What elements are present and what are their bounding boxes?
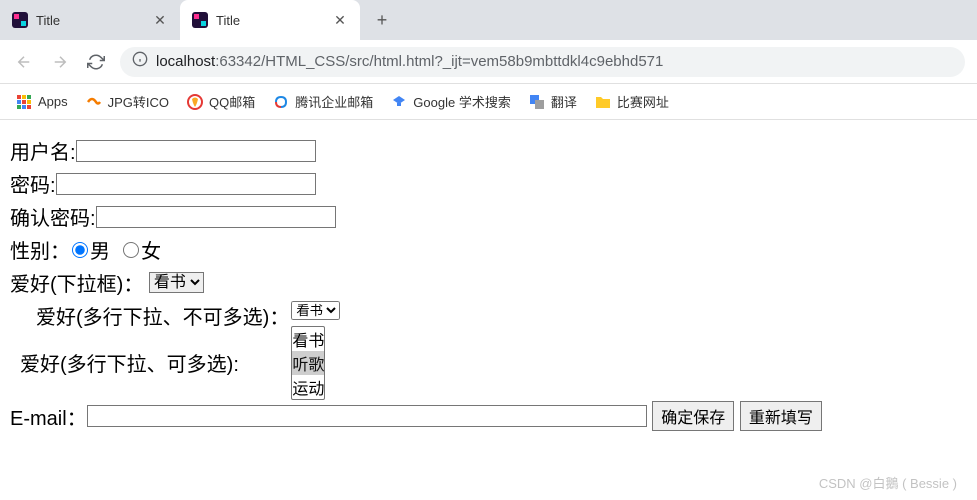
hobby-select-label: 爱好(下拉框)： bbox=[10, 268, 143, 297]
confirm-label: 确认密码: bbox=[10, 202, 96, 231]
page-content: 用户名: 密码: 确认密码: 性别： 男 女 爱好(下拉框)： 看书 爱好(多行… bbox=[0, 120, 977, 451]
bookmark-translate[interactable]: 翻译 bbox=[529, 92, 577, 111]
hobby-multi-select[interactable]: 看书 听歌 运动 bbox=[291, 326, 325, 400]
tab-favicon-1 bbox=[12, 12, 28, 28]
submit-button[interactable]: 确定保存 bbox=[652, 401, 734, 431]
hobby-select[interactable]: 看书 bbox=[149, 272, 204, 293]
email-input[interactable] bbox=[87, 405, 647, 427]
watermark: CSDN @白鵝 ( Bessie ) bbox=[819, 473, 957, 492]
tencent-icon bbox=[273, 94, 289, 110]
tab-title-1: Title bbox=[36, 13, 144, 28]
tab-title-2: Title bbox=[216, 13, 324, 28]
translate-icon bbox=[529, 94, 545, 110]
gender-label: 性别： bbox=[10, 235, 70, 264]
bookmark-tencent[interactable]: 腾讯企业邮箱 bbox=[273, 92, 373, 111]
forward-button[interactable] bbox=[48, 50, 72, 74]
address-bar: localhost:63342/HTML_CSS/src/html.html?_… bbox=[0, 40, 977, 84]
username-input[interactable] bbox=[76, 140, 316, 162]
browser-tab-bar: Title ✕ Title ✕ + bbox=[0, 0, 977, 40]
url-box[interactable]: localhost:63342/HTML_CSS/src/html.html?_… bbox=[120, 47, 965, 77]
close-icon[interactable]: ✕ bbox=[332, 12, 348, 28]
hobby-multi-sel-label: 爱好(多行下拉、可多选): bbox=[20, 354, 239, 376]
username-label: 用户名: bbox=[10, 136, 76, 165]
reset-button[interactable]: 重新填写 bbox=[740, 401, 822, 431]
bookmark-google[interactable]: Google 学术搜索 bbox=[391, 92, 511, 111]
bookmark-jpg[interactable]: JPG转ICO bbox=[86, 92, 169, 111]
option-sport[interactable]: 运动 bbox=[292, 375, 324, 399]
url-text: localhost:63342/HTML_CSS/src/html.html?_… bbox=[156, 53, 663, 70]
gender-male-text: 男 bbox=[90, 235, 110, 264]
folder-icon bbox=[595, 94, 611, 110]
bookmarks-bar: Apps JPG转ICO QQ邮箱 腾讯企业邮箱 Google 学术搜索 翻译 … bbox=[0, 84, 977, 120]
new-tab-button[interactable]: + bbox=[368, 6, 396, 34]
email-label: E-mail： bbox=[10, 402, 87, 431]
reload-button[interactable] bbox=[84, 50, 108, 74]
password-label: 密码: bbox=[10, 169, 56, 198]
browser-tab-2[interactable]: Title ✕ bbox=[180, 0, 360, 40]
bookmark-contest[interactable]: 比赛网址 bbox=[595, 92, 669, 111]
gender-male-radio[interactable] bbox=[72, 242, 88, 258]
hobby-select-2[interactable]: 看书 bbox=[291, 301, 340, 320]
bookmark-apps[interactable]: Apps bbox=[16, 94, 68, 110]
qq-icon bbox=[187, 94, 203, 110]
hobby-multi-nosel-label: 爱好(多行下拉、不可多选)： bbox=[36, 307, 289, 329]
gender-female-radio[interactable] bbox=[123, 242, 139, 258]
tab-favicon-2 bbox=[192, 12, 208, 28]
confirm-password-input[interactable] bbox=[96, 206, 336, 228]
back-button[interactable] bbox=[12, 50, 36, 74]
bookmark-qq[interactable]: QQ邮箱 bbox=[187, 92, 255, 111]
browser-tab-1[interactable]: Title ✕ bbox=[0, 0, 180, 40]
close-icon[interactable]: ✕ bbox=[152, 12, 168, 28]
option-listen[interactable]: 听歌 bbox=[292, 351, 324, 375]
jpg-icon bbox=[86, 94, 102, 110]
info-icon bbox=[132, 51, 148, 72]
option-read[interactable]: 看书 bbox=[292, 327, 324, 351]
gender-female-text: 女 bbox=[141, 235, 161, 264]
password-input[interactable] bbox=[56, 173, 316, 195]
apps-icon bbox=[16, 94, 32, 110]
scholar-icon bbox=[391, 94, 407, 110]
